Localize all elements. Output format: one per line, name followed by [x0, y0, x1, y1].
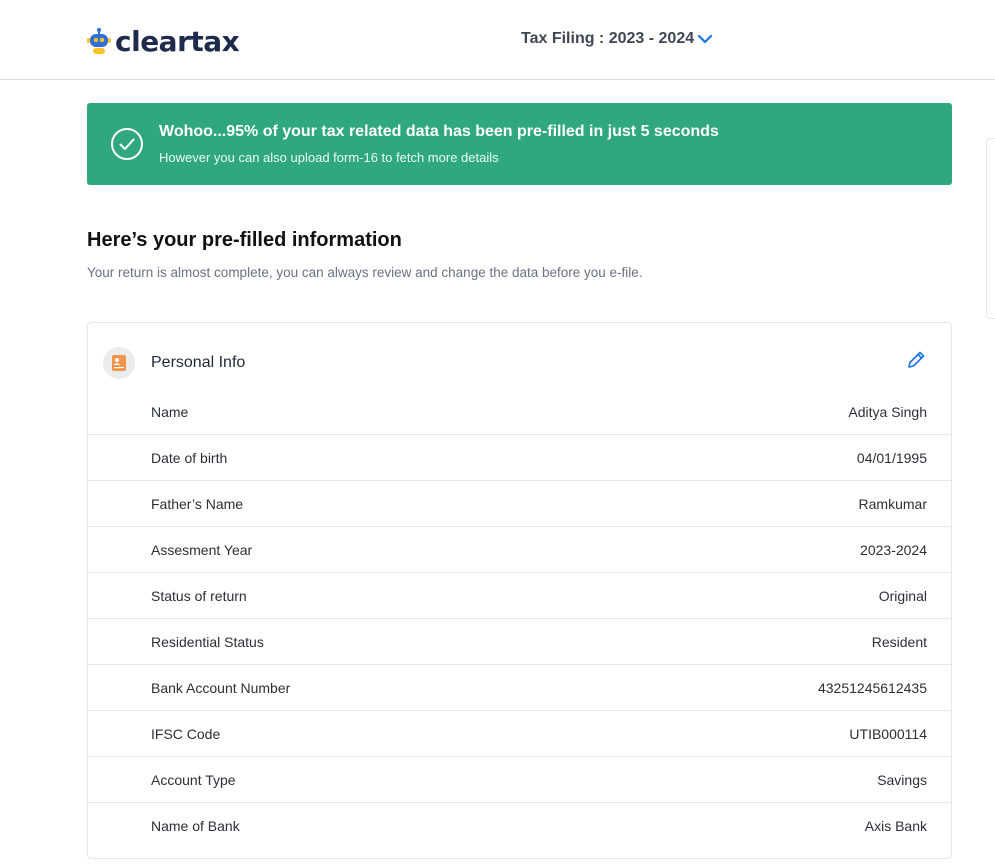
info-value: 43251245612435 — [817, 680, 927, 696]
info-label: Residential Status — [151, 634, 264, 650]
info-row-name: Name Aditya Singh — [88, 389, 951, 435]
info-row-ifsc-code: IFSC Code UTIB000114 — [88, 711, 951, 757]
check-circle-icon — [111, 128, 143, 160]
side-panel-edge — [986, 138, 995, 319]
info-value: 04/01/1995 — [856, 450, 927, 466]
info-value: Ramkumar — [858, 496, 927, 512]
info-row-status-of-return: Status of return Original — [88, 573, 951, 619]
info-row-fathers-name: Father’s Name Ramkumar — [88, 481, 951, 527]
info-value: Axis Bank — [864, 818, 927, 834]
info-row-bank-account-number: Bank Account Number 43251245612435 — [88, 665, 951, 711]
info-label: Account Type — [151, 772, 236, 788]
cleartax-logo[interactable]: cleartax — [87, 24, 240, 58]
info-value: Original — [878, 588, 927, 604]
cleartax-logo-icon — [87, 28, 111, 54]
personal-info-title: Personal Info — [151, 354, 246, 371]
tax-year-label: Tax Filing : 2023 - 2024 — [521, 30, 695, 47]
info-label: Status of return — [151, 588, 247, 604]
personal-info-avatar — [103, 347, 135, 379]
personal-info-card: Personal Info Name Aditya Singh Date of … — [87, 322, 952, 859]
section-subheading: Your return is almost complete, you can … — [87, 265, 643, 280]
info-label: Date of birth — [151, 450, 228, 466]
info-label: Father’s Name — [151, 496, 244, 512]
info-value: Aditya Singh — [848, 404, 927, 420]
pencil-edit-icon[interactable] — [905, 349, 927, 371]
brand-name: cleartax — [115, 24, 240, 58]
info-value: 2023-2024 — [860, 542, 927, 558]
info-label: Name of Bank — [151, 818, 240, 834]
contact-card-icon — [112, 355, 126, 371]
info-value: Resident — [871, 634, 927, 650]
chevron-down-icon — [698, 34, 713, 44]
info-label: Assesment Year — [151, 542, 253, 558]
prefill-success-banner: Wohoo...95% of your tax related data has… — [87, 103, 952, 185]
info-row-name-of-bank: Name of Bank Axis Bank — [88, 803, 951, 849]
info-row-residential-status: Residential Status Resident — [88, 619, 951, 665]
banner-subtitle: However you can also upload form-16 to f… — [159, 150, 499, 165]
info-row-date-of-birth: Date of birth 04/01/1995 — [88, 435, 951, 481]
info-label: Name — [151, 404, 189, 420]
info-label: Bank Account Number — [151, 680, 291, 696]
info-value: Savings — [877, 772, 927, 788]
tax-year-dropdown[interactable]: Tax Filing : 2023 - 2024 — [521, 30, 713, 48]
info-label: IFSC Code — [151, 726, 221, 742]
info-row-account-type: Account Type Savings — [88, 757, 951, 803]
banner-title: Wohoo...95% of your tax related data has… — [159, 123, 719, 140]
section-heading: Here’s your pre-filled information — [87, 229, 402, 251]
personal-info-list: Name Aditya Singh Date of birth 04/01/19… — [88, 389, 951, 849]
top-bar: cleartax Tax Filing : 2023 - 2024 — [0, 0, 995, 80]
info-value: UTIB000114 — [849, 726, 927, 742]
info-row-assessment-year: Assesment Year 2023-2024 — [88, 527, 951, 573]
